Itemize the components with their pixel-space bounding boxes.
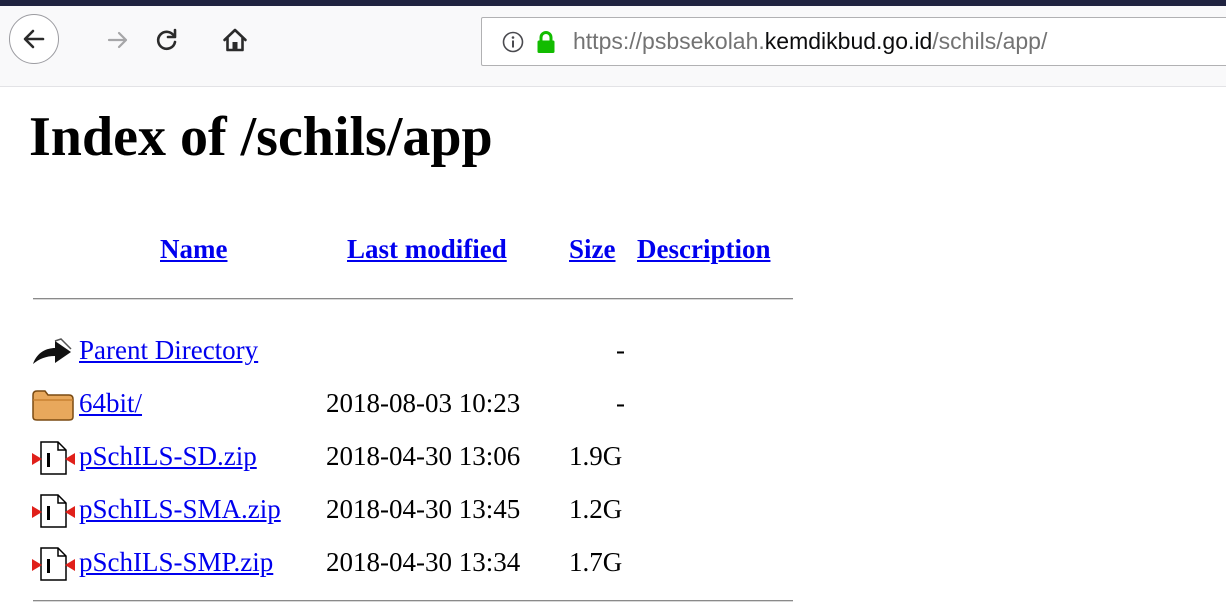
address-bar[interactable]: https://psbsekolah.kemdikbud.go.id/schil… bbox=[481, 17, 1226, 66]
table-row: Parent Directory - bbox=[29, 332, 799, 372]
size-cell: - bbox=[616, 388, 625, 418]
table-row: 64bit/ 2018-08-03 10:23 - bbox=[29, 385, 799, 425]
page-content: Index of /schils/app Name Last modified … bbox=[0, 87, 1226, 603]
size-cell: 1.2G bbox=[569, 494, 623, 524]
navigation-toolbar: https://psbsekolah.kemdikbud.go.id/schil… bbox=[0, 6, 1226, 87]
home-button[interactable] bbox=[221, 26, 249, 54]
size-cell: 1.9G bbox=[569, 441, 623, 471]
zip-file-icon bbox=[31, 440, 75, 476]
url-host: kemdikbud.go.id bbox=[764, 28, 933, 54]
url-prefix: https://psbsekolah. bbox=[573, 28, 765, 54]
table-row: pSchILS-SD.zip 2018-04-30 13:06 1.9G bbox=[29, 438, 799, 478]
file-link[interactable]: Parent Directory bbox=[79, 335, 258, 366]
home-icon bbox=[223, 28, 247, 52]
size-cell: - bbox=[616, 335, 625, 365]
back-arrow-icon bbox=[23, 29, 45, 49]
last-modified-cell: 2018-08-03 10:23 bbox=[326, 388, 521, 418]
column-header-size[interactable]: Size bbox=[569, 234, 616, 265]
last-modified-cell: 2018-04-30 13:06 bbox=[326, 441, 521, 471]
zip-file-icon bbox=[31, 493, 75, 529]
table-row: pSchILS-SMP.zip 2018-04-30 13:34 1.7G bbox=[29, 544, 799, 584]
header-divider bbox=[33, 298, 793, 300]
url-text[interactable]: https://psbsekolah.kemdikbud.go.id/schil… bbox=[573, 28, 1047, 55]
forward-button[interactable] bbox=[104, 26, 132, 54]
column-header-last-modified[interactable]: Last modified bbox=[347, 234, 507, 265]
reload-icon bbox=[156, 28, 177, 51]
parent-directory-icon bbox=[31, 334, 75, 370]
page-title: Index of /schils/app bbox=[29, 106, 493, 168]
browser-window: https://psbsekolah.kemdikbud.go.id/schil… bbox=[0, 0, 1226, 603]
lock-icon[interactable] bbox=[535, 30, 557, 54]
forward-arrow-icon bbox=[107, 31, 128, 49]
file-link[interactable]: 64bit/ bbox=[79, 388, 142, 419]
last-modified-cell: 2018-04-30 13:34 bbox=[326, 547, 521, 577]
reload-button[interactable] bbox=[153, 26, 181, 54]
footer-divider bbox=[33, 600, 793, 602]
zip-file-icon bbox=[31, 546, 75, 582]
file-link[interactable]: pSchILS-SD.zip bbox=[79, 441, 257, 472]
column-header-name[interactable]: Name bbox=[160, 234, 227, 265]
file-link[interactable]: pSchILS-SMP.zip bbox=[79, 547, 273, 578]
table-row: pSchILS-SMA.zip 2018-04-30 13:45 1.2G bbox=[29, 491, 799, 531]
column-header-description[interactable]: Description bbox=[637, 234, 770, 265]
info-icon[interactable] bbox=[502, 31, 524, 53]
file-link[interactable]: pSchILS-SMA.zip bbox=[79, 494, 281, 525]
folder-icon bbox=[31, 387, 75, 423]
url-path: /schils/app/ bbox=[932, 28, 1048, 54]
last-modified-cell: 2018-04-30 13:45 bbox=[326, 494, 521, 524]
back-button[interactable] bbox=[9, 14, 59, 64]
size-cell: 1.7G bbox=[569, 547, 623, 577]
